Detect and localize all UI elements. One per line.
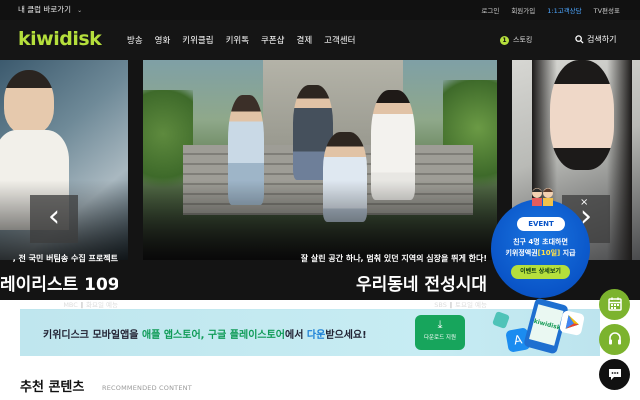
trending-keyword-label: 스토킹 bbox=[513, 36, 533, 44]
event-text-line1: 친구 4명 초대하면 bbox=[513, 238, 568, 246]
app-download-banner[interactable]: 키위디스크 모바일앱을 애플 앱스토어, 구글 플레이스토어에서 다운받으세요!… bbox=[20, 297, 600, 356]
slide-current[interactable] bbox=[143, 60, 497, 260]
chevron-down-icon: ⌄ bbox=[77, 7, 83, 14]
slide-meta: SBS | 토요일 예능 bbox=[434, 299, 487, 309]
decor-shape-icon bbox=[492, 311, 510, 329]
phone-screen-label: kiwidisk bbox=[529, 304, 564, 346]
prev-slide-title: 레이리스트 109 bbox=[0, 275, 118, 295]
menu-item-kiwi-talk[interactable]: 키위톡 bbox=[226, 34, 249, 46]
chat-icon bbox=[608, 369, 621, 380]
calendar-button[interactable] bbox=[599, 289, 630, 320]
slide-airtime: 토요일 예능 bbox=[455, 301, 487, 309]
my-club-label: 내 클럽 바로가기 bbox=[18, 5, 72, 14]
banner-text-part1: 키위디스크 모바일앱을 bbox=[43, 330, 142, 341]
section-title: 추천 콘텐츠 bbox=[20, 380, 85, 395]
my-club-dropdown[interactable]: 내 클럽 바로가기 ⌄ bbox=[18, 3, 82, 17]
event-reward-suffix: 지급 bbox=[562, 249, 576, 257]
event-text-line2: 키위정액권[10일] 지급 bbox=[491, 248, 590, 258]
close-icon[interactable]: × bbox=[580, 197, 588, 208]
slide-shade bbox=[143, 180, 497, 260]
section-subtitle: RECOMMENDED CONTENT bbox=[102, 384, 192, 392]
slide-title: 우리동네 전성시대 bbox=[355, 275, 487, 295]
search-icon bbox=[575, 35, 584, 44]
login-link[interactable]: 로그인 bbox=[481, 5, 499, 15]
banner-text-part3: 에서 bbox=[285, 330, 307, 341]
separator: | bbox=[449, 301, 453, 309]
main-menu: 방송 영화 키위클립 키위톡 쿠폰샵 결제 고객센터 bbox=[127, 20, 355, 60]
support-button[interactable] bbox=[599, 324, 630, 355]
carousel-prev-button[interactable]: ‹ bbox=[30, 195, 78, 243]
tv-schedule-link[interactable]: TV편성표 bbox=[594, 5, 620, 15]
trending-keyword[interactable]: 1 스토킹 bbox=[500, 35, 532, 45]
menu-item-payment[interactable]: 결제 bbox=[297, 34, 313, 46]
search-label: 검색하기 bbox=[587, 35, 617, 44]
slide-subtitle: 잘 살린 공간 하나, 멈춰 있던 지역의 심장을 뛰게 한다! bbox=[300, 254, 487, 263]
calendar-icon bbox=[607, 297, 622, 311]
prev-slide-meta: MBC | 화요일 예능 bbox=[0, 299, 118, 309]
top-links: 로그인 회원가입 1:1고객상담 TV편성표 bbox=[481, 0, 620, 20]
menu-item-kiwi-clip[interactable]: 키위클립 bbox=[182, 34, 213, 46]
headset-icon bbox=[608, 332, 621, 345]
download-label: 다운로드 지원 bbox=[423, 335, 457, 341]
event-badge: EVENT bbox=[517, 217, 565, 231]
menu-item-coupon-shop[interactable]: 쿠폰샵 bbox=[261, 34, 284, 46]
rank-badge: 1 bbox=[500, 35, 509, 45]
separator: | bbox=[80, 301, 84, 309]
prev-slide-subtitle: , 전 국민 버팀송 수집 프로젝트 bbox=[12, 254, 118, 263]
signup-link[interactable]: 회원가입 bbox=[511, 5, 535, 15]
google-play-icon bbox=[558, 309, 586, 337]
search-button[interactable]: 검색하기 bbox=[575, 34, 616, 45]
menu-item-customer-center[interactable]: 고객센터 bbox=[324, 34, 355, 46]
banner-text-stores: 애플 앱스토어, 구글 플레이스토어 bbox=[141, 330, 286, 341]
banner-text-part5: 받으세요! bbox=[325, 330, 367, 341]
menu-item-broadcast[interactable]: 방송 bbox=[127, 34, 143, 46]
banner-text-download: 다운 bbox=[306, 330, 326, 341]
customer-support-link[interactable]: 1:1고객상담 bbox=[547, 5, 581, 15]
top-utility-bar: 내 클럽 바로가기 ⌄ 로그인 회원가입 1:1고객상담 TV편성표 bbox=[0, 0, 640, 20]
site-logo[interactable]: kiwidisk bbox=[18, 28, 102, 50]
slide-image bbox=[550, 60, 614, 170]
prev-slide-airtime: 화요일 예능 bbox=[86, 301, 118, 309]
event-popup[interactable]: EVENT 친구 4명 초대하면 키위정액권[10일] 지급 이벤트 상세보기 bbox=[491, 188, 590, 298]
event-reward-highlight: [10일] bbox=[537, 249, 561, 257]
download-button[interactable]: ⤓ 다운로드 지원 bbox=[415, 315, 465, 350]
main-nav: kiwidisk 방송 영화 키위클립 키위톡 쿠폰샵 결제 고객센터 1 스토… bbox=[0, 20, 640, 60]
slide-channel: SBS bbox=[434, 301, 447, 309]
event-reward-prefix: 키위정액권 bbox=[505, 249, 538, 257]
slide-image bbox=[4, 70, 54, 134]
menu-item-movie[interactable]: 영화 bbox=[155, 34, 171, 46]
kids-illustration-icon bbox=[532, 188, 553, 206]
chat-button[interactable] bbox=[599, 359, 630, 390]
download-icon: ⤓ bbox=[437, 318, 443, 331]
banner-text: 키위디스크 모바일앱을 애플 앱스토어, 구글 플레이스토어에서 다운받으세요! bbox=[43, 326, 367, 341]
prev-slide-channel: MBC bbox=[63, 301, 78, 309]
event-detail-button[interactable]: 이벤트 상세보기 bbox=[511, 265, 570, 279]
